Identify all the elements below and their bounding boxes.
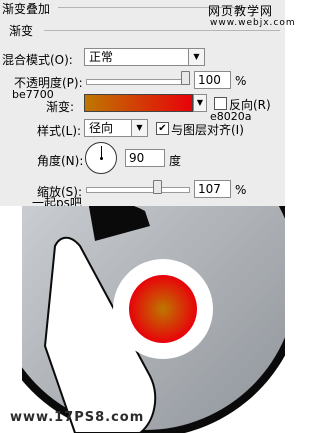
blend-mode-select[interactable]: 正常 ▼ xyxy=(84,48,205,66)
gradient-swatch[interactable] xyxy=(84,94,193,112)
watermark-bottom: www.17PS8.com xyxy=(10,410,145,425)
scale-unit: % xyxy=(235,183,247,197)
watermark-top: 网页教学网 xyxy=(208,4,274,18)
align-with-layer-label: 与图层对齐(I) xyxy=(171,123,244,137)
reverse-checkbox[interactable] xyxy=(214,97,227,110)
opacity-slider-thumb[interactable] xyxy=(181,71,190,85)
style-select[interactable]: 径向 ▼ xyxy=(84,119,148,137)
opacity-slider-track[interactable] xyxy=(86,79,190,85)
scale-slider-thumb[interactable] xyxy=(153,180,163,194)
chevron-down-icon: ▼ xyxy=(131,120,147,136)
style-value: 径向 xyxy=(89,121,114,135)
angle-input[interactable]: 90 xyxy=(125,149,165,167)
style-label: 样式(L): xyxy=(37,124,82,138)
blend-mode-value: 正常 xyxy=(89,50,114,64)
angle-unit: 度 xyxy=(169,154,182,168)
scale-input[interactable]: 107 xyxy=(194,180,231,198)
angle-dial-pivot xyxy=(100,157,103,160)
watermark-top-url: www.webjx.com xyxy=(210,18,296,28)
gradient-ball xyxy=(129,275,197,343)
opacity-unit: % xyxy=(235,74,247,88)
group-title: 渐变叠加 xyxy=(2,2,51,16)
illustration xyxy=(0,206,285,433)
align-with-layer-checkbox[interactable]: ✔ xyxy=(156,122,169,135)
divider xyxy=(44,30,280,31)
opacity-input[interactable]: 100 xyxy=(194,71,231,89)
checkmark-icon: ✔ xyxy=(158,123,167,134)
chevron-down-icon: ▼ xyxy=(194,95,206,111)
angle-label: 角度(N): xyxy=(37,154,84,168)
gradient-overlay-panel: 渐变叠加 网页教学网 www.webjx.com 渐变 混合模式(O): 正常 … xyxy=(0,0,295,206)
gradient-label: 渐变: xyxy=(46,100,75,114)
scale-slider-track[interactable] xyxy=(86,187,190,193)
chevron-down-icon: ▼ xyxy=(188,49,204,65)
angle-dial[interactable] xyxy=(85,142,117,174)
gradient-picker-dropdown[interactable]: ▼ xyxy=(193,94,207,112)
sub-title: 渐变 xyxy=(9,24,34,38)
blend-mode-label: 混合模式(O): xyxy=(2,53,73,67)
left-margin xyxy=(0,206,22,433)
